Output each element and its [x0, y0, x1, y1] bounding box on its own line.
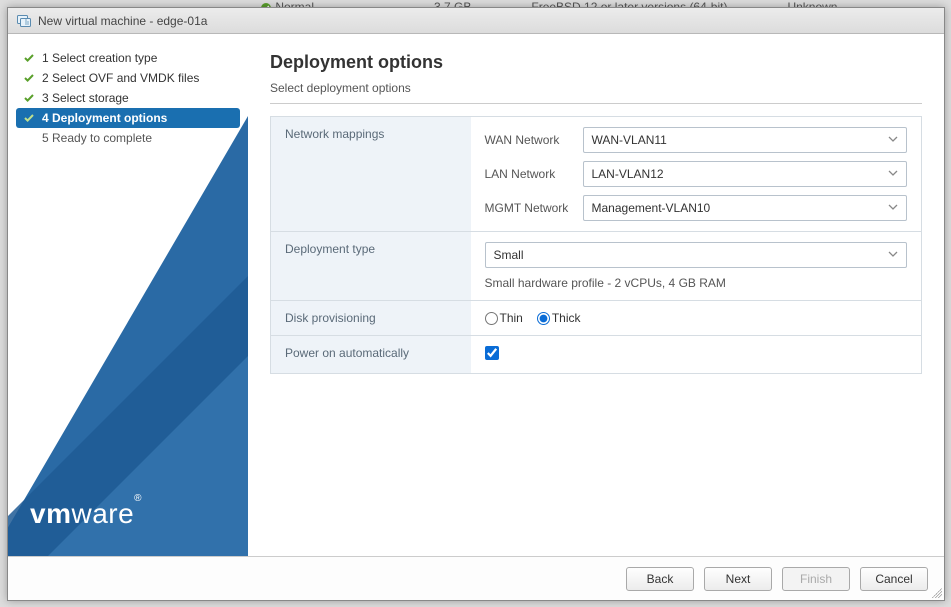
select-value: LAN-VLAN12: [592, 167, 664, 181]
label-network-mappings: Network mappings: [271, 117, 471, 232]
radio-group-disk-provisioning: Thin Thick: [485, 311, 908, 325]
deployment-options-form: Network mappings WAN Network WAN-VLAN11: [270, 116, 922, 374]
dialog-title: New virtual machine - edge-01a: [38, 14, 207, 28]
step-select-creation-type[interactable]: 1 Select creation type: [16, 48, 240, 68]
radio-thick[interactable]: Thick: [537, 311, 581, 325]
page-subtitle: Select deployment options: [270, 81, 922, 104]
checkmark-icon: [22, 92, 36, 104]
step-label: 2 Select OVF and VMDK files: [42, 71, 199, 85]
wizard-sidebar: 1 Select creation type 2 Select OVF and …: [8, 34, 248, 556]
radio-thick-input[interactable]: [537, 312, 550, 325]
checkmark-icon: [22, 52, 36, 64]
vm-icon: [16, 13, 32, 29]
radio-thin-input[interactable]: [485, 312, 498, 325]
select-deployment-type[interactable]: Small: [485, 242, 908, 268]
net-row-mgmt: MGMT Network Management-VLAN10: [485, 195, 908, 221]
next-button[interactable]: Next: [704, 567, 772, 591]
page-title: Deployment options: [270, 52, 922, 73]
net-row-lan: LAN Network LAN-VLAN12: [485, 161, 908, 187]
deployment-type-description: Small hardware profile - 2 vCPUs, 4 GB R…: [485, 276, 908, 290]
chevron-down-icon: [888, 168, 898, 181]
finish-button-label: Finish: [800, 572, 832, 586]
finish-button: Finish: [782, 567, 850, 591]
cancel-button-label: Cancel: [875, 572, 912, 586]
label-deployment-type: Deployment type: [271, 232, 471, 301]
checkmark-icon: [22, 72, 36, 84]
net-row-wan: WAN Network WAN-VLAN11: [485, 127, 908, 153]
dialog-titlebar[interactable]: New virtual machine - edge-01a: [8, 8, 944, 34]
select-value: WAN-VLAN11: [592, 133, 667, 147]
wizard-dialog: New virtual machine - edge-01a 1 Select …: [7, 7, 945, 601]
vmware-logo: vmware®: [30, 498, 142, 530]
select-wan-network[interactable]: WAN-VLAN11: [583, 127, 908, 153]
back-button[interactable]: Back: [626, 567, 694, 591]
row-network-mappings: Network mappings WAN Network WAN-VLAN11: [271, 117, 922, 232]
wizard-content: Deployment options Select deployment opt…: [248, 34, 944, 556]
wizard-footer: Back Next Finish Cancel: [8, 556, 944, 600]
back-button-label: Back: [647, 572, 674, 586]
row-power-on: Power on automatically: [271, 336, 922, 374]
label-power-on: Power on automatically: [271, 336, 471, 374]
radio-thin[interactable]: Thin: [485, 311, 523, 325]
net-label-lan: LAN Network: [485, 167, 575, 181]
net-label-wan: WAN Network: [485, 133, 575, 147]
label-disk-provisioning: Disk provisioning: [271, 301, 471, 336]
next-button-label: Next: [726, 572, 751, 586]
radio-thick-label: Thick: [552, 311, 581, 325]
chevron-down-icon: [888, 249, 898, 262]
select-value: Management-VLAN10: [592, 201, 711, 215]
resize-grip[interactable]: [932, 588, 942, 598]
step-label: 3 Select storage: [42, 91, 129, 105]
row-deployment-type: Deployment type Small Small hardware pro…: [271, 232, 922, 301]
chevron-down-icon: [888, 202, 898, 215]
row-disk-provisioning: Disk provisioning Thin Thick: [271, 301, 922, 336]
select-lan-network[interactable]: LAN-VLAN12: [583, 161, 908, 187]
cancel-button[interactable]: Cancel: [860, 567, 928, 591]
step-select-storage[interactable]: 3 Select storage: [16, 88, 240, 108]
checkbox-power-on[interactable]: [485, 346, 499, 360]
sidebar-art: vmware®: [8, 116, 248, 556]
select-mgmt-network[interactable]: Management-VLAN10: [583, 195, 908, 221]
chevron-down-icon: [888, 134, 898, 147]
select-value: Small: [494, 248, 524, 262]
step-label: 1 Select creation type: [42, 51, 157, 65]
radio-thin-label: Thin: [500, 311, 523, 325]
net-label-mgmt: MGMT Network: [485, 201, 575, 215]
step-select-ovf-vmdk[interactable]: 2 Select OVF and VMDK files: [16, 68, 240, 88]
